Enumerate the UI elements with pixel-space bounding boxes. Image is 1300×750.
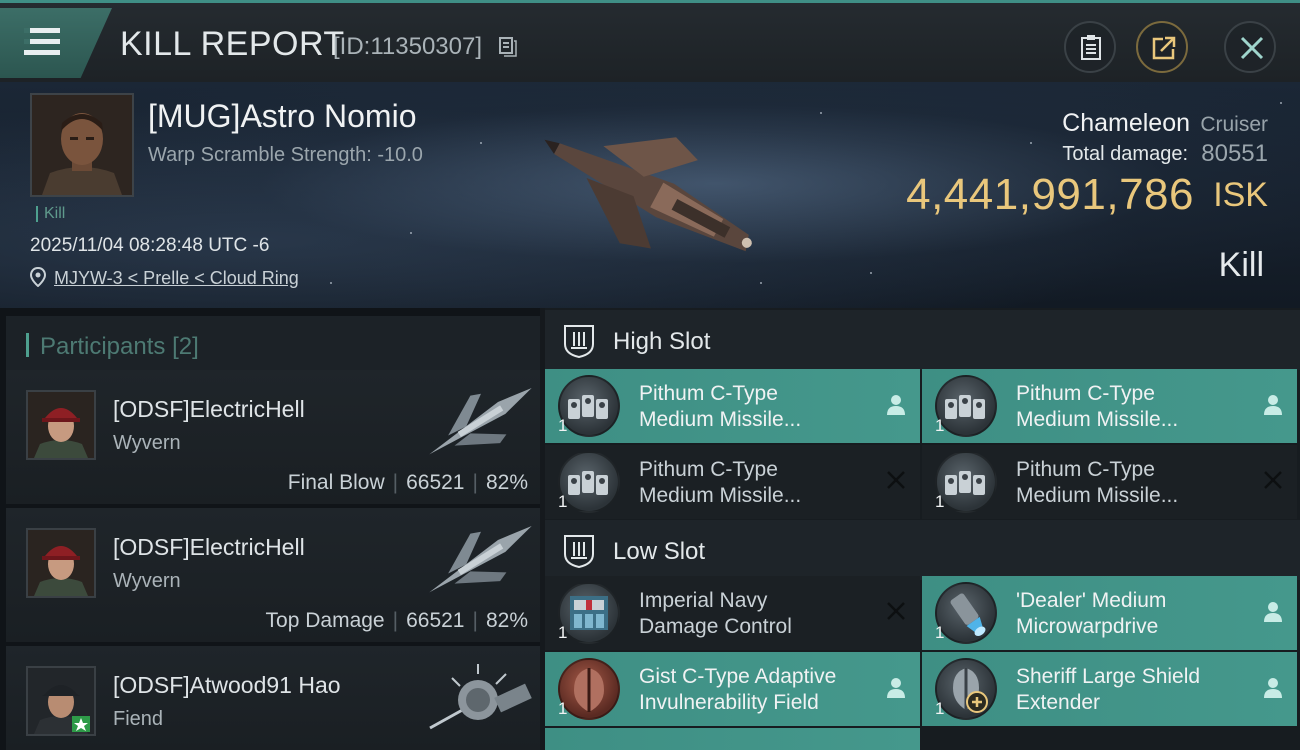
module-name: Pithum C-Type Medium Missile...: [639, 458, 802, 507]
participant-card[interactable]: [ODSF]Atwood91 Hao Fiend: [6, 646, 540, 750]
low-slot-title: Low Slot: [613, 538, 706, 565]
close-icon: [1240, 36, 1264, 60]
module-name: Sheriff Large Shield Extender: [1016, 665, 1201, 714]
page-title: KILL REPORT: [120, 25, 345, 63]
result-label: Kill: [1218, 246, 1264, 284]
module-item[interactable]: 1 Gist C-Type Adaptive Invulnerability Fi…: [545, 652, 920, 726]
high-slot-title: High Slot: [613, 328, 711, 355]
module-item[interactable]: 1 Imperial Navy Damage Control: [545, 576, 920, 650]
menu-button[interactable]: [0, 8, 112, 78]
participants-accent-bar: [26, 333, 29, 357]
slot-shield-icon: [564, 535, 594, 568]
kill-datetime: 2025/11/04 08:28:48 UTC -6: [30, 235, 270, 256]
slot-shield-icon: [564, 325, 594, 358]
participant-avatar: [26, 666, 96, 736]
participant-name: [ODSF]ElectricHell: [113, 396, 305, 422]
module-quantity: 1: [558, 623, 568, 642]
person-icon: [1264, 602, 1282, 622]
module-name: Gist C-Type Adaptive Invulnerability Fiel…: [639, 665, 837, 714]
module-name: Pithum C-Type Medium Missile...: [1016, 382, 1179, 431]
participants-header[interactable]: Participants [2]: [6, 316, 540, 374]
module-quantity: 1: [935, 492, 945, 511]
x-icon: [1264, 471, 1282, 489]
kill-type-tag: Kill: [36, 206, 65, 222]
victim-banner: [MUG]Astro Nomio Warp Scramble Strength:…: [0, 82, 1300, 308]
menu-icon: [24, 28, 60, 55]
top-bar: KILL REPORT [ID:11350307]: [0, 0, 1300, 82]
participants-panel: Participants [2] [ODSF]ElectricHell Wyve…: [0, 308, 540, 750]
module-quantity: 1: [935, 416, 945, 435]
fitting-panel: High Slot 1 Pithum C-Type Medium Missile.…: [545, 308, 1300, 750]
module-name: Pithum C-Type Medium Missile...: [1016, 458, 1179, 507]
location-pin-icon: [30, 267, 46, 287]
low-slot-header: Low Slot: [545, 520, 1300, 580]
participant-card[interactable]: [ODSF]ElectricHell Wyvern Top Damage | 665…: [6, 508, 540, 642]
share-icon: [1152, 36, 1176, 60]
module-quantity: 1: [935, 623, 945, 642]
module-quantity: 1: [935, 699, 945, 718]
participant-ship-image: [429, 387, 532, 455]
module-item-partial[interactable]: [545, 728, 920, 750]
participant-ship: Fiend: [113, 708, 164, 730]
module-item[interactable]: 1 Pithum C-Type Medium Missile...: [545, 369, 920, 443]
module-quantity: 1: [558, 699, 568, 718]
copy-icon[interactable]: [499, 37, 517, 57]
total-damage-value: 80551: [1201, 140, 1268, 167]
participant-name: [ODSF]ElectricHell: [113, 534, 305, 560]
module-name: 'Dealer' Medium Microwarpdrive: [1016, 589, 1167, 638]
person-icon: [887, 678, 905, 698]
participants-title: Participants [2]: [40, 333, 199, 360]
high-slot-header: High Slot: [545, 310, 1300, 370]
victim-ship-name: Chameleon: [1062, 109, 1190, 137]
participant-stats: Final Blow | 66521 | 82%: [287, 471, 528, 494]
person-icon: [1264, 395, 1282, 415]
module-name: Pithum C-Type Medium Missile...: [639, 382, 802, 431]
module-item[interactable]: 1 Pithum C-Type Medium Missile...: [545, 445, 920, 519]
victim-ship-image: [544, 137, 752, 252]
person-icon: [1264, 678, 1282, 698]
person-icon: [887, 395, 905, 415]
victim-name[interactable]: [MUG]Astro Nomio: [148, 98, 416, 135]
location-link[interactable]: MJYW-3 < Prelle < Cloud Ring: [54, 268, 299, 289]
share-button[interactable]: [1136, 21, 1188, 73]
module-item[interactable]: 1 Sheriff Large Shield Extender: [922, 652, 1297, 726]
module-quantity: 1: [558, 416, 568, 435]
module-name: Imperial Navy Damage Control: [639, 589, 792, 638]
participant-ship: Wyvern: [113, 432, 181, 454]
x-icon: [887, 471, 905, 489]
module-item[interactable]: 1 Pithum C-Type Medium Missile...: [922, 445, 1297, 519]
clipboard-icon: [1081, 35, 1101, 60]
isk-label: ISK: [1213, 176, 1268, 214]
participant-stats: Top Damage | 66521 | 82%: [265, 609, 528, 632]
module-quantity: 1: [558, 492, 568, 511]
victim-avatar[interactable]: [30, 93, 134, 197]
close-button[interactable]: [1224, 21, 1276, 73]
participant-ship: Wyvern: [113, 570, 181, 592]
participant-avatar: [26, 528, 96, 598]
clipboard-button[interactable]: [1064, 21, 1116, 73]
module-item[interactable]: 1 'Dealer' Medium Microwarpdrive: [922, 576, 1297, 650]
participant-avatar: [26, 390, 96, 460]
warp-scramble-strength: Warp Scramble Strength: -10.0: [148, 144, 423, 166]
isk-value: 4,441,991,786: [906, 170, 1194, 219]
participant-ship-image: [429, 664, 532, 730]
report-id: [ID:11350307]: [333, 33, 483, 60]
x-icon: [887, 602, 905, 620]
module-item[interactable]: 1 Pithum C-Type Medium Missile...: [922, 369, 1297, 443]
participant-name: [ODSF]Atwood91 Hao: [113, 672, 341, 698]
total-damage-label: Total damage:: [1062, 143, 1188, 165]
participant-card[interactable]: [ODSF]ElectricHell Wyvern Final Blow | 665…: [6, 370, 540, 504]
victim-ship-class: Cruiser: [1200, 113, 1268, 136]
participant-ship-image: [429, 525, 532, 593]
